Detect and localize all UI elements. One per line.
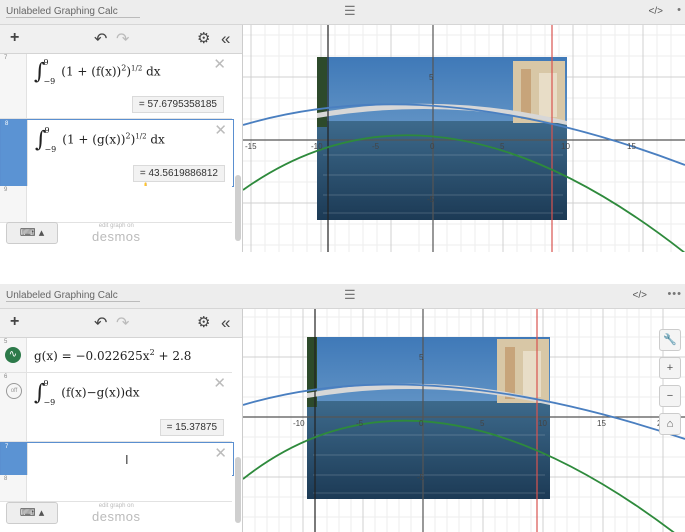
expression-row-7[interactable]: 7 ✕ ∫ 9 −9 (1 + (f(x))2)1/2 dx = 57.679535…	[0, 54, 232, 119]
graph-title[interactable]: Unlabeled Graphing Calc	[6, 290, 140, 302]
expression-row-7[interactable]: 7 ✕ I	[0, 442, 234, 476]
hamburger-icon[interactable]: ☰	[344, 3, 356, 19]
hidden-graph-icon[interactable]: off	[6, 383, 22, 399]
x-tick-label: 0	[419, 419, 424, 428]
x-tick-label: -10	[293, 419, 305, 428]
collapse-panel-button[interactable]: «	[221, 313, 230, 333]
expression-number: 7	[4, 55, 8, 61]
redo-button[interactable]: ↷	[116, 313, 129, 333]
more-menu-icon[interactable]: •••	[667, 288, 682, 300]
keyboard-toggle-button[interactable]: ⌨ ▴	[6, 222, 58, 244]
zoom-in-button[interactable]: +	[659, 357, 681, 379]
add-expression-button[interactable]: +	[10, 313, 19, 331]
x-tick-label: 0	[430, 142, 435, 151]
x-tick-label: 15	[627, 142, 636, 151]
expression-toolbar: + ↶ ↷ ⚙ «	[0, 25, 242, 54]
x-tick-label: -10	[311, 142, 323, 151]
y-tick-label: -5	[417, 473, 425, 482]
home-icon[interactable]: ⌂	[659, 413, 681, 435]
bridge-photo[interactable]	[307, 337, 550, 499]
bridge-photo[interactable]	[317, 57, 567, 220]
desmos-logo[interactable]: edit graph on desmos	[92, 223, 141, 244]
x-tick-label: -5	[356, 419, 364, 428]
expression-row-6[interactable]: 6 off ✕ ∫ 9 −9 (f(x)−g(x))dx = 15.37875	[0, 373, 232, 442]
graph-side-controls: 🔧 + − ⌂	[659, 329, 681, 441]
expression-scrollbar[interactable]	[235, 457, 241, 523]
undo-button[interactable]: ↶	[94, 29, 107, 49]
expression-list: + ↶ ↷ ⚙ « 5 ∿ g(x) = −0.022625x2 + 2.8 6…	[0, 309, 243, 532]
redo-button[interactable]: ↷	[116, 29, 129, 49]
zoom-out-button[interactable]: −	[659, 385, 681, 407]
add-expression-button[interactable]: +	[10, 29, 19, 47]
expression-list: + ↶ ↷ ⚙ « 7 ✕ ∫ 9 −9 (1 + (f(x))2)1/2 dx =…	[0, 25, 243, 252]
g-definition-formula[interactable]: g(x) = −0.022625x2 + 2.8	[34, 348, 191, 363]
evaluation-result: = 57.6795358185	[131, 96, 224, 113]
gear-icon[interactable]: ⚙	[197, 313, 210, 331]
expression-row-8[interactable]: 8	[0, 475, 232, 502]
hamburger-icon[interactable]: ☰	[344, 287, 356, 303]
expression-number: 8	[5, 121, 9, 127]
y-tick-label: 5	[429, 73, 434, 82]
expression-number: 5	[4, 339, 8, 345]
undo-button[interactable]: ↶	[94, 313, 107, 333]
x-tick-label: -15	[245, 142, 257, 151]
close-icon[interactable]: ✕	[214, 444, 227, 462]
graph-svg[interactable]: -10 -5 0 5 10 15 20 5 -5	[243, 309, 685, 532]
expression-row-9[interactable]: 9	[0, 186, 232, 223]
y-tick-label: 5	[419, 353, 424, 362]
arc-length-formula-g[interactable]: ∫ 9 −9 (1 + (g(x))2)1/2 dx	[35, 126, 165, 154]
graph-canvas[interactable]: -10 -5 0 5 10 15 20 5 -5 🔧 + − ⌂	[243, 309, 685, 532]
expression-number: 9	[4, 187, 8, 193]
expression-row-8[interactable]: 8 ✕ ∫ 9 −9 (1 + (g(x))2)1/2 dx = 43.561988…	[0, 119, 234, 197]
close-icon[interactable]: ✕	[213, 55, 226, 73]
graph-svg[interactable]: -15 -10 -5 0 5 10 15 5 -5	[243, 25, 685, 252]
collapse-panel-button[interactable]: «	[221, 29, 230, 49]
x-tick-label: -5	[372, 142, 380, 151]
x-tick-label: 5	[480, 419, 485, 428]
x-tick-label: 10	[538, 419, 547, 428]
curve-color-icon[interactable]: ∿	[5, 347, 21, 363]
keyboard-toggle-button[interactable]: ⌨ ▴	[6, 502, 58, 524]
expression-row-5[interactable]: 5 ∿ g(x) = −0.022625x2 + 2.8	[0, 338, 232, 373]
evaluation-result: = 15.37875	[159, 419, 224, 436]
graph-canvas[interactable]: -15 -10 -5 0 5 10 15 5 -5	[243, 25, 685, 252]
y-tick-label: -5	[427, 195, 435, 204]
area-between-formula[interactable]: ∫ 9 −9 (f(x)−g(x))dx	[34, 379, 140, 407]
graph-title[interactable]: Unlabeled Graphing Calc	[6, 6, 140, 18]
more-menu-icon[interactable]: •	[677, 4, 682, 16]
share-button[interactable]: </>	[633, 290, 647, 301]
close-icon[interactable]: ✕	[213, 374, 226, 392]
x-tick-label: 10	[561, 142, 570, 151]
calculator-window-bottom: Unlabeled Graphing Calc ☰ </> ••• + ↶ ↷ …	[0, 284, 685, 532]
text-cursor-icon: I	[125, 452, 129, 467]
top-bar: Unlabeled Graphing Calc ☰ </> •••	[0, 284, 685, 309]
expression-number: 8	[4, 476, 8, 482]
expression-number: 7	[5, 444, 9, 450]
expression-number: 6	[4, 374, 8, 380]
top-bar: Unlabeled Graphing Calc ☰ </> •	[0, 0, 685, 25]
x-tick-label: 5	[500, 142, 505, 151]
close-icon[interactable]: ✕	[214, 121, 227, 139]
share-button[interactable]: </>	[649, 6, 663, 17]
wrench-icon[interactable]: 🔧	[659, 329, 681, 351]
x-tick-label: 15	[597, 419, 606, 428]
arc-length-formula-f[interactable]: ∫ 9 −9 (1 + (f(x))2)1/2 dx	[34, 58, 161, 86]
calculator-window-top: Unlabeled Graphing Calc ☰ </> • + ↶ ↷ ⚙ …	[0, 0, 685, 252]
gear-icon[interactable]: ⚙	[197, 29, 210, 47]
expression-scrollbar[interactable]	[235, 175, 241, 241]
desmos-logo[interactable]: edit graph on desmos	[92, 503, 141, 524]
evaluation-result: = 43.5619886812	[132, 165, 225, 182]
expression-toolbar: + ↶ ↷ ⚙ «	[0, 309, 242, 338]
